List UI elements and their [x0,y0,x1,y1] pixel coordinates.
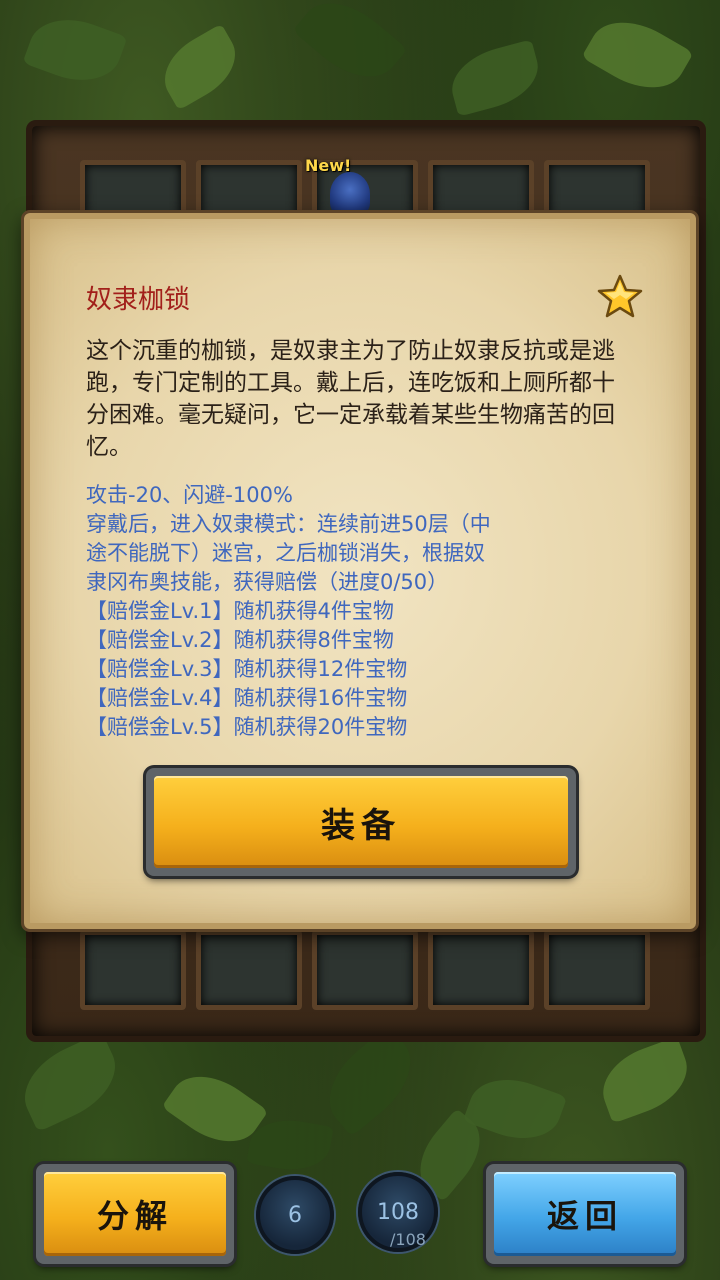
item-title: 奴隶枷锁 [86,285,191,315]
inventory-slot[interactable] [312,930,418,1010]
counter-left: 6 [256,1176,334,1254]
inventory-slot[interactable] [544,930,650,1010]
stat-line: 攻击-20、闪避-100% [86,483,293,507]
stat-line: 穿戴后，进入奴隶模式：连续前进50层（中 [86,512,491,536]
counter-right-value: 108 [377,1199,419,1225]
stat-line: 【赔偿金Lv.2】随机获得8件宝物 [86,628,394,652]
slave-shackle-item-icon [330,172,370,216]
back-button[interactable]: 返回 [486,1164,684,1264]
star-icon[interactable] [596,273,644,321]
equip-button-label: 装备 [154,776,568,868]
stat-line: 隶冈布奥技能，获得赔偿（进度0/50） [86,570,449,594]
inventory-slot[interactable] [428,930,534,1010]
stat-line: 【赔偿金Lv.4】随机获得16件宝物 [86,686,408,710]
stat-line: 途不能脱下）迷宫，之后枷锁消失，根据奴 [86,541,485,565]
back-button-label: 返回 [494,1172,676,1256]
counter-right-max: /108 [390,1230,426,1249]
stat-line: 【赔偿金Lv.5】随机获得20件宝物 [86,715,408,739]
equip-button[interactable]: 装备 [146,768,576,876]
decompose-button-label: 分解 [44,1172,226,1256]
item-description: 这个沉重的枷锁，是奴隶主为了防止奴隶反抗或是逃跑，专门定制的工具。戴上后，连吃饭… [86,338,615,460]
stat-line: 【赔偿金Lv.3】随机获得12件宝物 [86,657,408,681]
item-stats: 攻击-20、闪避-100% 穿戴后，进入奴隶模式：连续前进50层（中 途不能脱下… [86,481,626,742]
inventory-slot[interactable] [80,930,186,1010]
counter-left-value: 6 [288,1202,302,1228]
decompose-button[interactable]: 分解 [36,1164,234,1264]
stat-line: 【赔偿金Lv.1】随机获得4件宝物 [86,599,394,623]
inventory-slot[interactable] [196,930,302,1010]
